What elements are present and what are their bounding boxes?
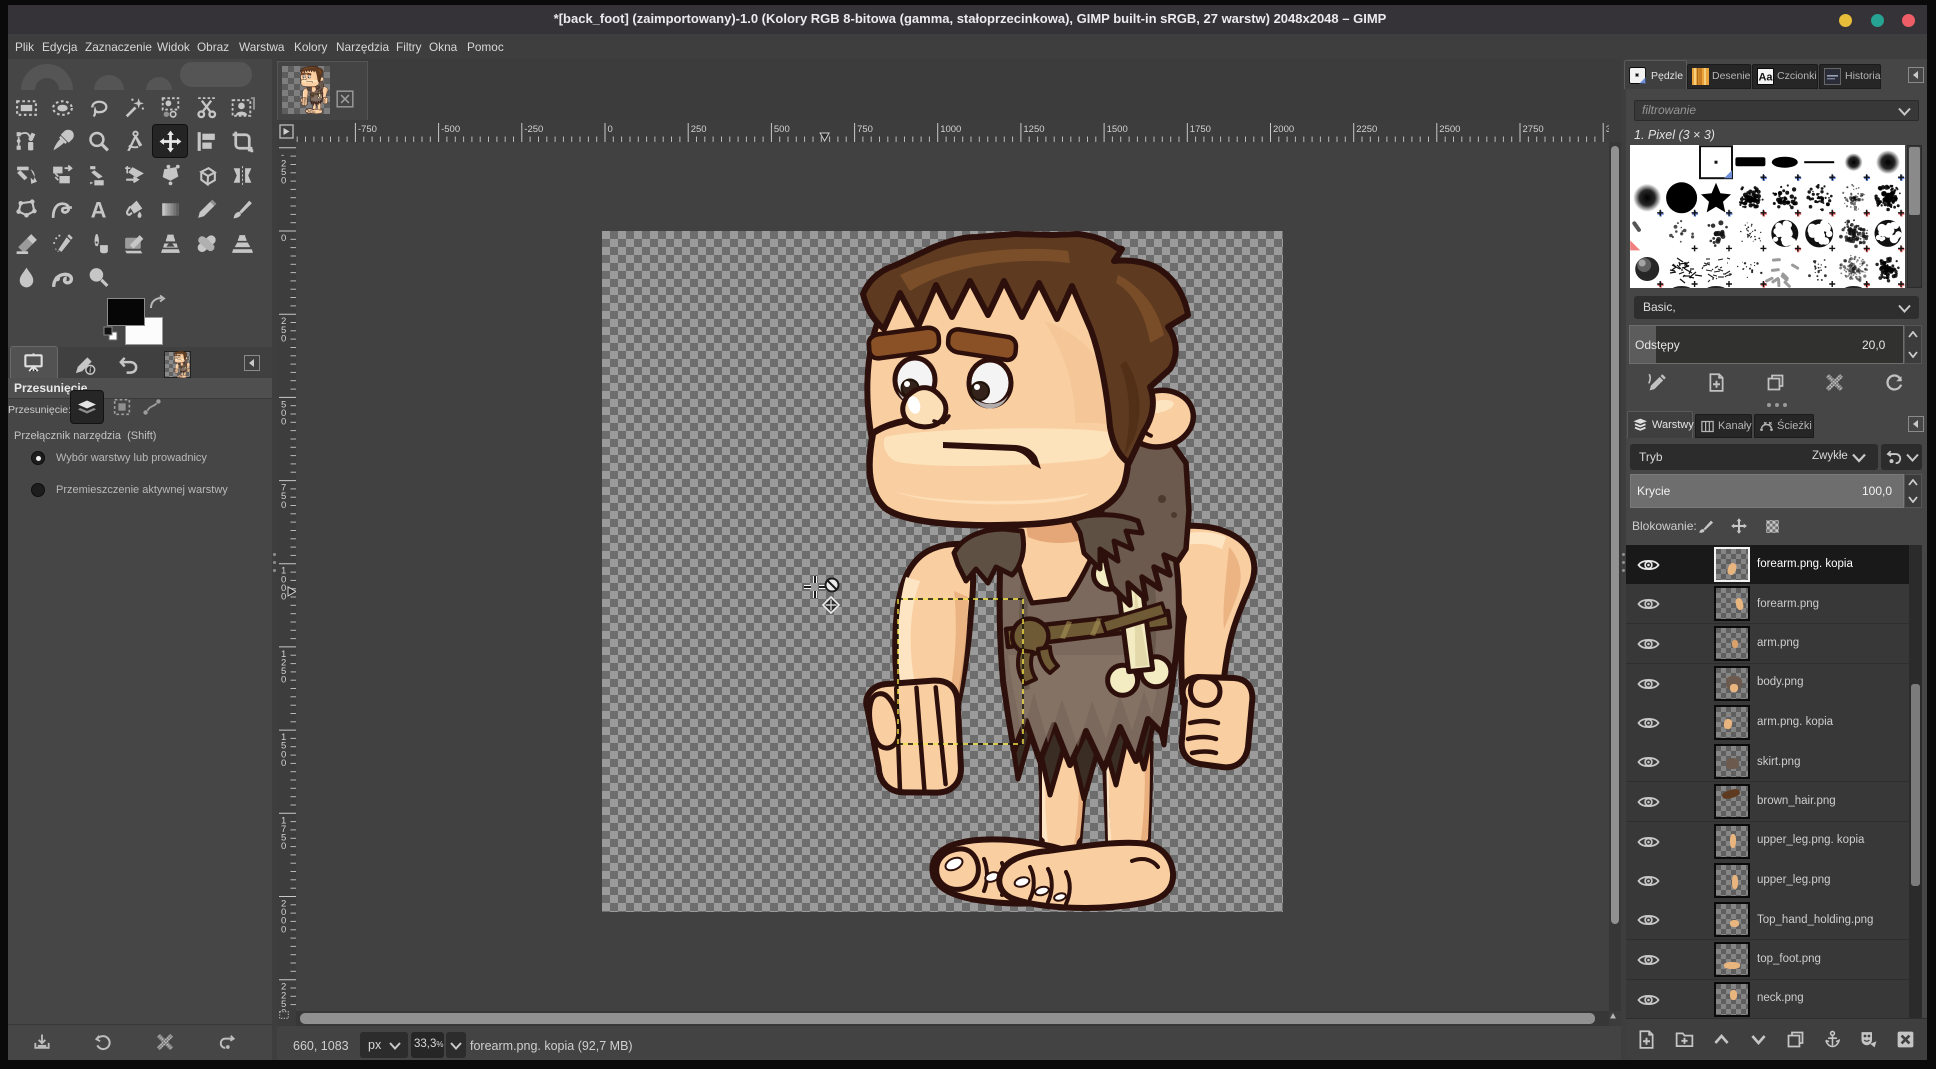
svg-text:2500: 2500 xyxy=(1439,124,1460,135)
svg-text:1750: 1750 xyxy=(1190,124,1211,135)
svg-text:0: 0 xyxy=(281,176,286,187)
svg-text:0: 0 xyxy=(281,417,286,428)
svg-text:0: 0 xyxy=(281,333,286,344)
svg-text:Aa: Aa xyxy=(1758,72,1773,84)
svg-text:2750: 2750 xyxy=(1523,124,1544,135)
svg-text:1500: 1500 xyxy=(1107,124,1128,135)
svg-text:2000: 2000 xyxy=(1273,124,1294,135)
svg-text:A: A xyxy=(90,197,106,222)
svg-text:-750: -750 xyxy=(358,124,377,135)
svg-text:0: 0 xyxy=(281,675,286,686)
svg-text:0: 0 xyxy=(281,500,286,511)
svg-text:250: 250 xyxy=(691,124,707,135)
svg-text:0: 0 xyxy=(281,758,286,769)
svg-text:0: 0 xyxy=(281,233,286,244)
svg-text:1000: 1000 xyxy=(940,124,961,135)
svg-text:2250: 2250 xyxy=(1356,124,1377,135)
svg-text:0: 0 xyxy=(281,841,286,852)
svg-text:0: 0 xyxy=(281,592,286,603)
svg-text:0: 0 xyxy=(281,924,286,935)
svg-text:0: 0 xyxy=(608,124,613,135)
svg-text:-500: -500 xyxy=(441,124,460,135)
svg-text:-250: -250 xyxy=(524,124,543,135)
svg-text:1250: 1250 xyxy=(1023,124,1044,135)
svg-text:750: 750 xyxy=(857,124,873,135)
svg-text:500: 500 xyxy=(774,124,790,135)
svg-text:3000: 3000 xyxy=(1606,124,1609,135)
